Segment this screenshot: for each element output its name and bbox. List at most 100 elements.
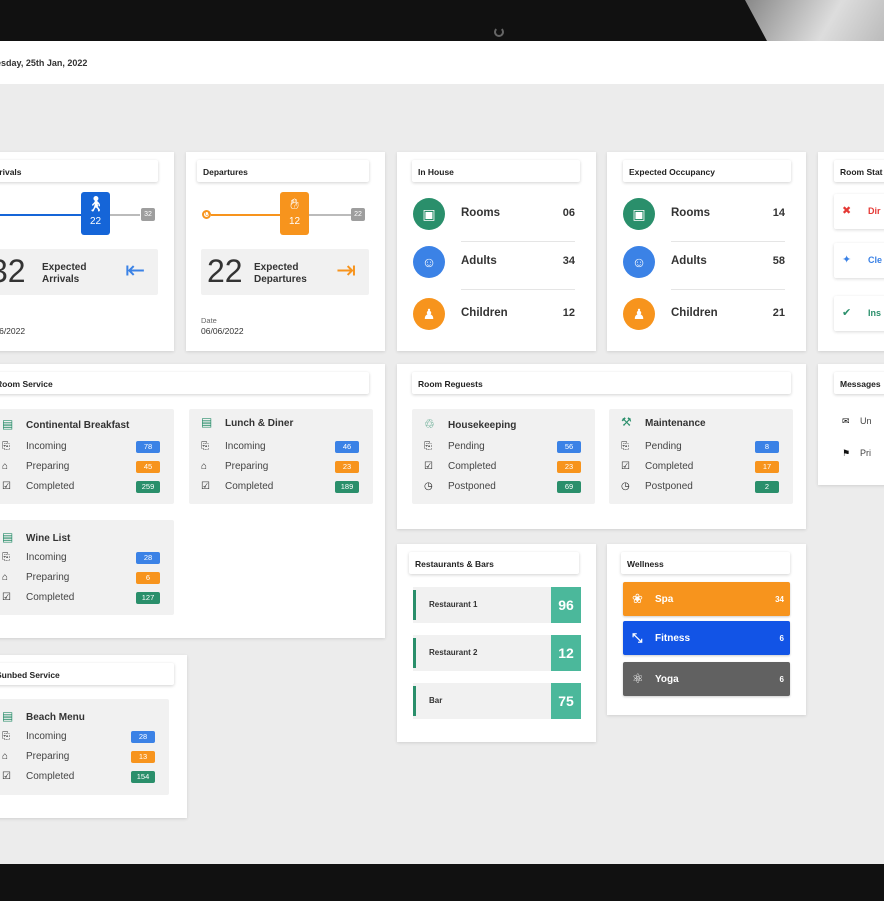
messages-unread[interactable]: ✉ Un bbox=[842, 416, 872, 427]
messages-priority[interactable]: ⚑ Pri bbox=[842, 448, 871, 459]
block-title: ▤ Wine List bbox=[2, 530, 71, 544]
device-bezel-top bbox=[0, 0, 884, 41]
arrivals-card[interactable]: rrivals 🚶︎ 22 32 32 ExpectedArrivals ⇤ t… bbox=[0, 152, 174, 351]
maintenance-block[interactable]: ⚒ Maintenance ⎘ Pending 8 ☑ Completed 17 ◷ Pos… bbox=[609, 409, 793, 504]
header-date: esday, 25th Jan, 2022 bbox=[0, 58, 88, 68]
arrivals-big-label: Expected Arrivals bbox=[42, 262, 87, 285]
completed-badge: 17 bbox=[755, 461, 779, 473]
people-icon: ☺ bbox=[623, 246, 655, 278]
completed-badge: 154 bbox=[131, 771, 155, 783]
wellness-card[interactable]: Wellness ❀ Spa 34 ⤡ Fitness 6 ⚛ Yoga 6 bbox=[607, 544, 806, 715]
spa-count: 34 bbox=[775, 595, 784, 604]
lunch-diner-block[interactable]: ▤ Lunch & Diner ⎘ Incoming 46 ⌂ Preparing 23 … bbox=[189, 409, 373, 504]
departures-date-label: Date bbox=[201, 316, 217, 325]
room-requests-card[interactable]: Room Reguests ♲ Housekeeping ⎘ Pending 56 ☑… bbox=[397, 364, 806, 529]
arrivals-end: 32 bbox=[141, 208, 155, 221]
flag-icon: ⚑ bbox=[842, 448, 851, 458]
restaurants-title: Restaurants & Bars bbox=[409, 552, 579, 574]
block-title: ▤ Continental Breakfast bbox=[2, 417, 130, 431]
door-icon: ▣ bbox=[413, 198, 445, 230]
wrench-icon: ⚒ bbox=[621, 415, 632, 429]
menu-book-icon: ▤ bbox=[2, 709, 14, 723]
spa-label: Spa bbox=[655, 594, 674, 605]
completed-badge: 259 bbox=[136, 481, 160, 493]
in-house-adults-row: ☺ Adults 34 bbox=[413, 246, 575, 292]
continental-breakfast-block[interactable]: ▤ Continental Breakfast ⎘ Incoming 78 ⌂ Prep… bbox=[0, 409, 174, 504]
spa-row[interactable]: ❀ Spa 34 bbox=[623, 582, 790, 616]
restaurant-1-row[interactable]: Restaurant 1 96 bbox=[413, 587, 581, 623]
incoming-badge: 78 bbox=[136, 441, 160, 453]
people-icon: ☺ bbox=[413, 246, 445, 278]
room-requests-title: Room Reguests bbox=[412, 372, 791, 394]
in-house-rooms-label: Rooms bbox=[461, 207, 500, 219]
departures-marker: ✋︎ 12 bbox=[280, 192, 309, 235]
bar-row[interactable]: Bar 75 bbox=[413, 683, 581, 719]
room-status-card[interactable]: Room Stat ✖ Dir ✦ Cle ✔ Ins bbox=[818, 152, 884, 351]
arrivals-marker: 🚶︎ 22 bbox=[81, 192, 110, 235]
arrivals-summary: 32 ExpectedArrivals ⇤ bbox=[0, 249, 158, 295]
clock-icon: ◷ bbox=[621, 481, 630, 492]
preparing-row: ⌂ Preparing 6 bbox=[2, 572, 160, 586]
arrivals-date-value: /06/2022 bbox=[0, 326, 26, 336]
sunbed-card[interactable]: Sunbed Service ▤ Beach Menu ⎘ Incoming 28 ⌂… bbox=[0, 655, 187, 818]
departures-card[interactable]: Departures 0 ✋︎ 12 22 22 Expected Departu… bbox=[186, 152, 385, 351]
incoming-row: ⎘ Incoming 28 bbox=[2, 552, 160, 566]
arrivals-login-icon: ⇤ bbox=[124, 257, 146, 284]
occupancy-rooms-row: ▣ Rooms 14 bbox=[623, 198, 785, 244]
occupancy-children-label: Children bbox=[671, 307, 718, 319]
child-icon: ♟ bbox=[623, 298, 655, 330]
restaurant-2-row[interactable]: Restaurant 2 12 bbox=[413, 635, 581, 671]
dumbbell-icon: ⤡ bbox=[632, 630, 643, 645]
restaurant-1-name: Restaurant 1 bbox=[429, 600, 478, 609]
menu-book-icon: ▤ bbox=[2, 530, 14, 544]
fitness-label: Fitness bbox=[655, 633, 691, 644]
completed-row: ☑ Completed 23 bbox=[424, 461, 581, 475]
wine-list-block[interactable]: ▤ Wine List ⎘ Incoming 28 ⌂ Preparing 6 ☑ Comp… bbox=[0, 520, 174, 615]
room-status-dirty-button[interactable]: ✖ Dir bbox=[834, 194, 884, 229]
child-icon: ♟ bbox=[413, 298, 445, 330]
arrivals-big-number: 32 bbox=[0, 253, 26, 289]
fitness-row[interactable]: ⤡ Fitness 6 bbox=[623, 621, 790, 655]
block-title: ▤ Lunch & Diner bbox=[201, 415, 294, 429]
arrivals-title: rrivals bbox=[0, 160, 158, 182]
check-doc-icon: ☑ bbox=[621, 461, 630, 472]
glare bbox=[745, 0, 884, 41]
completed-badge: 23 bbox=[557, 461, 581, 473]
in-house-adults-value: 34 bbox=[562, 255, 575, 267]
device-bezel-bottom bbox=[0, 864, 884, 901]
occupancy-children-row: ♟ Children 21 bbox=[623, 298, 785, 344]
occupancy-card[interactable]: Expected Occupancy ▣ Rooms 14 ☺ Adults 5… bbox=[607, 152, 806, 351]
in-house-rooms-value: 06 bbox=[562, 207, 575, 219]
messages-card[interactable]: Messages ✉ Un ⚑ Pri bbox=[818, 364, 884, 485]
spray-bottle-icon: ✦ bbox=[842, 254, 852, 266]
in-house-card[interactable]: In House ▣ Rooms 06 ☺ Adults 34 ♟ Childr… bbox=[397, 152, 596, 351]
in-house-children-label: Children bbox=[461, 307, 508, 319]
room-service-card[interactable]: Room Service ▤ Continental Breakfast ⎘ Inc… bbox=[0, 364, 385, 638]
room-status-clean-button[interactable]: ✦ Cle bbox=[834, 243, 884, 278]
beach-menu-block[interactable]: ▤ Beach Menu ⎘ Incoming 28 ⌂ Preparing 13 ☑ Co… bbox=[0, 699, 169, 795]
in-house-children-value: 12 bbox=[562, 307, 575, 319]
divider bbox=[461, 289, 575, 290]
room-status-title: Room Stat bbox=[834, 160, 884, 182]
occupancy-rooms-value: 14 bbox=[772, 207, 785, 219]
camera-icon bbox=[494, 27, 504, 37]
walking-person-icon: 🚶︎ bbox=[85, 196, 106, 213]
occupancy-adults-label: Adults bbox=[671, 255, 707, 267]
waving-hand-icon: ✋︎ bbox=[290, 196, 299, 213]
completed-row: ☑ Completed 17 bbox=[621, 461, 779, 475]
clock-icon: ◷ bbox=[424, 481, 433, 492]
postponed-row: ◷ Postponed 69 bbox=[424, 481, 581, 495]
pending-badge: 8 bbox=[755, 441, 779, 453]
housekeeping-block[interactable]: ♲ Housekeeping ⎘ Pending 56 ☑ Completed 23 ◷ P… bbox=[412, 409, 595, 504]
room-status-inspected-button[interactable]: ✔ Ins bbox=[834, 296, 884, 331]
incoming-row: ⎘ Incoming 28 bbox=[2, 731, 155, 745]
departures-track-remaining bbox=[309, 214, 351, 216]
in-house-adults-label: Adults bbox=[461, 255, 497, 267]
yoga-row[interactable]: ⚛ Yoga 6 bbox=[623, 662, 790, 696]
fitness-count: 6 bbox=[779, 634, 784, 643]
clipboard-clock-icon: ⎘ bbox=[201, 441, 209, 452]
incoming-badge: 46 bbox=[335, 441, 359, 453]
restaurants-card[interactable]: Restaurants & Bars Restaurant 1 96 Resta… bbox=[397, 544, 596, 742]
departures-big-number: 22 bbox=[207, 253, 243, 289]
arrivals-track-remaining bbox=[110, 214, 140, 216]
